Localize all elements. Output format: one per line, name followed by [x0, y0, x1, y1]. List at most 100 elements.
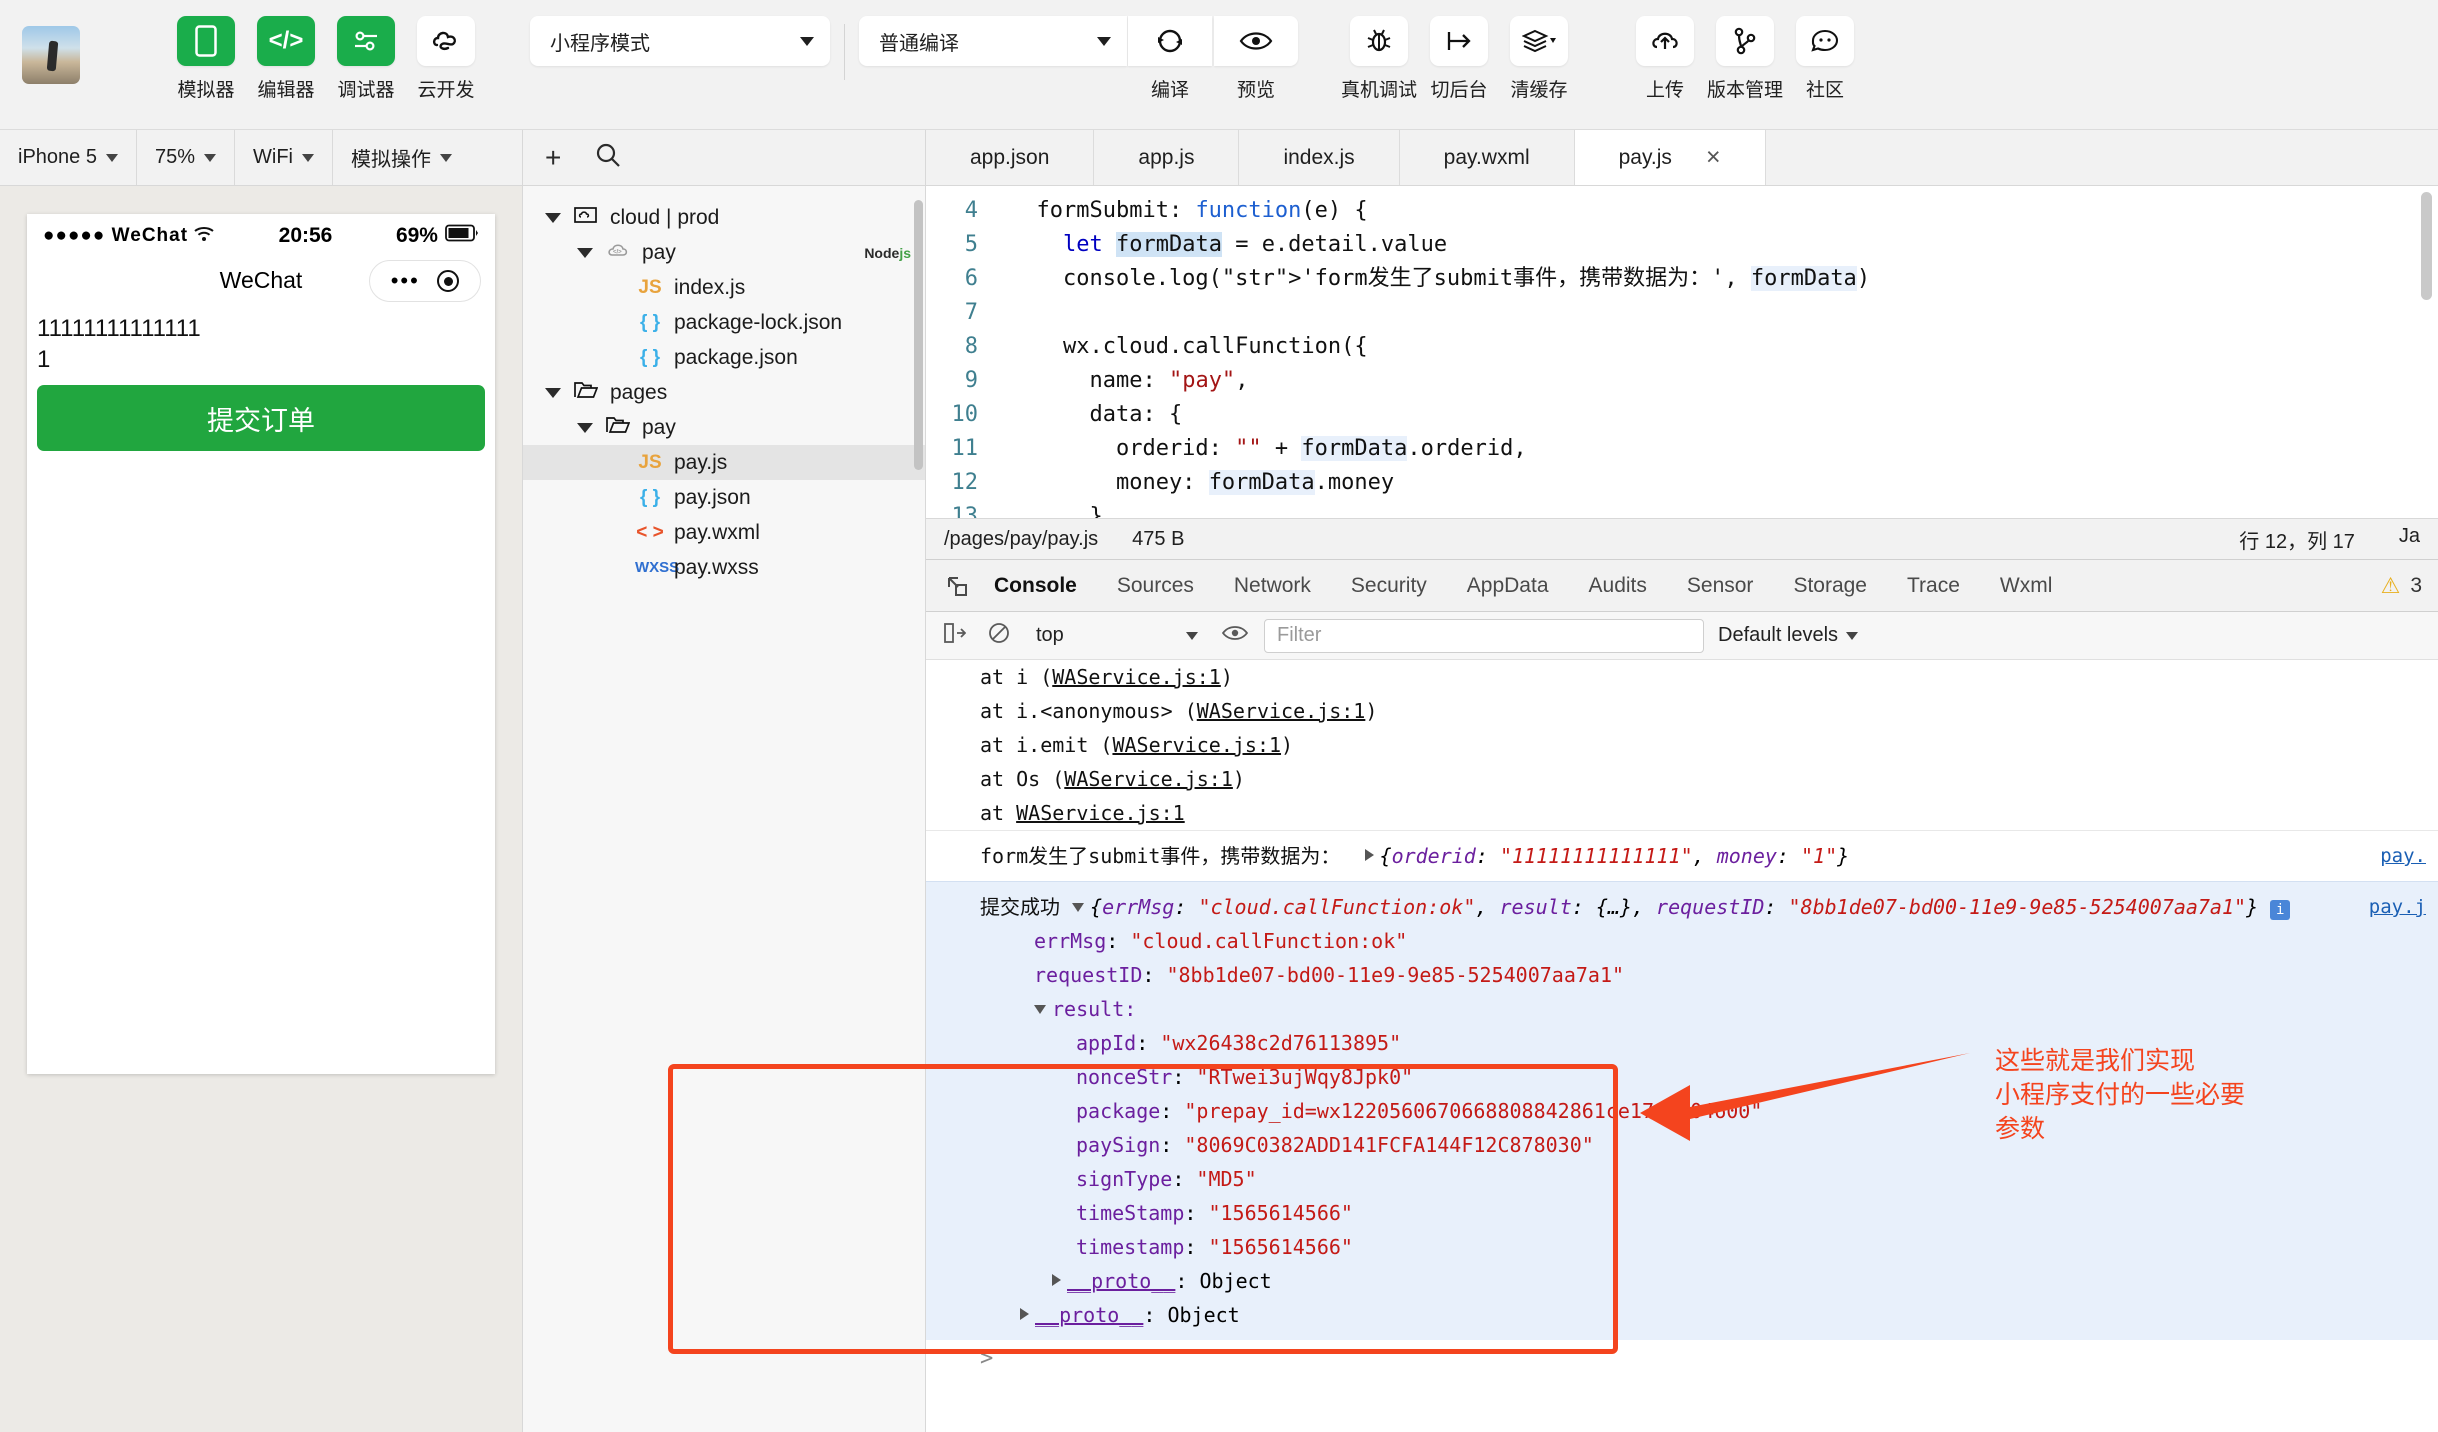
toolbar-item-compile[interactable]: 编译	[1127, 16, 1213, 102]
editor-scrollbar[interactable]	[2421, 192, 2432, 300]
tree-item-pay-json[interactable]: { } pay.json	[523, 480, 925, 515]
wechat-capsule[interactable]: •••	[369, 260, 481, 302]
tree-item-index-js[interactable]: JS index.js	[523, 270, 925, 305]
result-node[interactable]: result:	[980, 992, 2438, 1026]
source-link[interactable]: WAService.js:1	[1052, 665, 1221, 689]
log-source-link[interactable]: pay.j	[2369, 890, 2426, 924]
proto-outer[interactable]: __proto__: Object	[980, 1298, 2438, 1332]
tree-item-cloud-prod[interactable]: cloud | prod	[523, 200, 925, 235]
twisty-icon[interactable]	[545, 387, 561, 398]
toolbar-item-version-control[interactable]: 版本管理	[1705, 16, 1785, 102]
device-select-value: iPhone 5	[18, 146, 97, 168]
console-levels-select[interactable]: Default levels	[1718, 624, 1859, 647]
mock-actions-select[interactable]: 模拟操作	[333, 130, 470, 185]
toolbar-item-cloud-dev[interactable]: 云开发	[406, 16, 486, 102]
toolbar-actions-right: 上传 版本管理 社区	[1625, 0, 1865, 102]
info-icon[interactable]: i	[2270, 900, 2291, 920]
tree-item-pay-wxss[interactable]: WXSS pay.wxss	[523, 550, 925, 585]
collapse-triangle-icon[interactable]	[1072, 903, 1085, 912]
toolbar-item-preview[interactable]: 预览	[1213, 16, 1299, 102]
line-number: 10	[951, 402, 979, 427]
source-link[interactable]: WAService.js:1	[1064, 767, 1233, 791]
editor-tab-app-json[interactable]: app.json	[926, 130, 1095, 185]
code-line: },	[1010, 504, 1116, 518]
toolbar-item-upload[interactable]: 上传	[1625, 16, 1705, 102]
tree-item-pay-js[interactable]: JS pay.js	[523, 445, 925, 480]
console-prompt[interactable]: >	[926, 1340, 2438, 1371]
console-log-row[interactable]: form发生了submit事件，携带数据为： {orderid: "111111…	[926, 830, 2438, 881]
devtools-tab-wxml[interactable]: Wxml	[1980, 574, 2072, 598]
console-toolbar: top Filter Default levels	[926, 612, 2438, 660]
devtools-tab-appdata[interactable]: AppData	[1447, 574, 1569, 598]
toolbar-item-editor[interactable]: </> 编辑器	[246, 16, 326, 102]
editor-tab-index-js[interactable]: index.js	[1239, 130, 1400, 185]
toolbar-item-debugger[interactable]: 调试器	[326, 16, 406, 102]
twisty-icon[interactable]	[545, 212, 561, 223]
source-link[interactable]: WAService.js:1	[1197, 699, 1366, 723]
zoom-select[interactable]: 75%	[137, 130, 235, 185]
devtools-tab-console[interactable]: Console	[974, 574, 1097, 598]
expand-triangle-icon[interactable]	[1364, 849, 1374, 861]
folder-icon	[571, 380, 601, 405]
console-filter-input[interactable]: Filter	[1264, 618, 1704, 653]
toolbar-item-simulator[interactable]: 模拟器	[166, 16, 246, 102]
source-link[interactable]: WAService.js:1	[1112, 733, 1281, 757]
proto-inner[interactable]: __proto__: Object	[980, 1264, 2438, 1298]
expand-triangle-icon[interactable]	[1052, 1274, 1061, 1286]
search-icon[interactable]	[595, 142, 621, 173]
simulator-toolbar: iPhone 5 75% WiFi 模拟操作	[0, 130, 522, 186]
console-context-select[interactable]: top	[1028, 624, 1206, 647]
language-indicator: Ja	[2398, 524, 2420, 547]
source-link[interactable]: WAService.js:1	[1016, 801, 1185, 825]
toolbar-item-community[interactable]: 社区	[1785, 16, 1865, 102]
plus-icon[interactable]: +	[545, 143, 561, 172]
eye-icon[interactable]	[1220, 624, 1250, 648]
clear-icon[interactable]	[984, 622, 1014, 650]
expand-triangle-icon[interactable]	[1020, 1308, 1029, 1320]
avatar[interactable]	[22, 26, 80, 84]
tree-item-pay-wxml[interactable]: < > pay.wxml	[523, 515, 925, 550]
editor-tab-label: index.js	[1283, 145, 1355, 169]
warning-badge[interactable]: ⚠ 3	[2381, 573, 2422, 599]
toolbar-item-background[interactable]: 切后台	[1419, 16, 1499, 102]
tree-item-pay[interactable]: </> pay Nodejs	[523, 235, 925, 270]
devtools-tab-security[interactable]: Security	[1331, 574, 1447, 598]
tree-item-pay[interactable]: pay	[523, 410, 925, 445]
device-select[interactable]: iPhone 5	[0, 130, 137, 185]
twisty-icon[interactable]	[577, 422, 593, 433]
close-icon[interactable]: ×	[1706, 143, 1721, 172]
explorer-scrollbar[interactable]	[914, 200, 923, 470]
tree-item-package-lock-json[interactable]: { } package-lock.json	[523, 305, 925, 340]
log-source-link[interactable]: pay.	[2380, 839, 2426, 873]
network-select[interactable]: WiFi	[235, 130, 333, 185]
devtools-tab-sensor[interactable]: Sensor	[1667, 574, 1774, 598]
eye-icon	[1214, 16, 1298, 66]
toolbar-label: 模拟器	[177, 80, 235, 101]
inspect-icon[interactable]	[940, 622, 970, 649]
twisty-icon[interactable]	[577, 247, 593, 258]
editor-tab-pay-wxml[interactable]: pay.wxml	[1400, 130, 1575, 185]
network-select-value: WiFi	[253, 146, 293, 168]
toolbar-item-clear-cache[interactable]: 清缓存	[1499, 16, 1579, 102]
editor-tab-pay-js[interactable]: pay.js ×	[1574, 130, 1766, 185]
file-explorer-panel: + cloud | prod </> pay Nodejs JS index.js { } p…	[523, 130, 926, 1432]
devtools-tab-storage[interactable]: Storage	[1773, 574, 1887, 598]
mode-select[interactable]: 小程序模式	[530, 16, 830, 66]
devtools-tab-audits[interactable]: Audits	[1569, 574, 1667, 598]
tree-item-pages[interactable]: pages	[523, 375, 925, 410]
inspect-element-icon[interactable]	[940, 575, 974, 597]
compile-select[interactable]: 普通编译	[859, 16, 1127, 66]
devtools-tab-network[interactable]: Network	[1214, 574, 1331, 598]
code-editor[interactable]: 4567891011121314151617 formSubmit: funct…	[926, 186, 2438, 518]
toolbar-actions-left: 真机调试 切后台 清缓存	[1339, 0, 1579, 102]
devtools-tab-sources[interactable]: Sources	[1097, 574, 1214, 598]
code-content[interactable]: formSubmit: function(e) { let formData =…	[992, 186, 2438, 518]
line-number: 12	[951, 470, 979, 495]
collapse-triangle-icon[interactable]	[1034, 1005, 1046, 1014]
toolbar-item-real-device-debug[interactable]: 真机调试	[1339, 16, 1419, 102]
devtools-tab-trace[interactable]: Trace	[1887, 574, 1980, 598]
submit-order-button[interactable]: 提交订单	[37, 385, 485, 452]
runtime-badge: Nodejs	[864, 244, 911, 261]
editor-tab-app-js[interactable]: app.js	[1094, 130, 1240, 185]
tree-item-package-json[interactable]: { } package.json	[523, 340, 925, 375]
